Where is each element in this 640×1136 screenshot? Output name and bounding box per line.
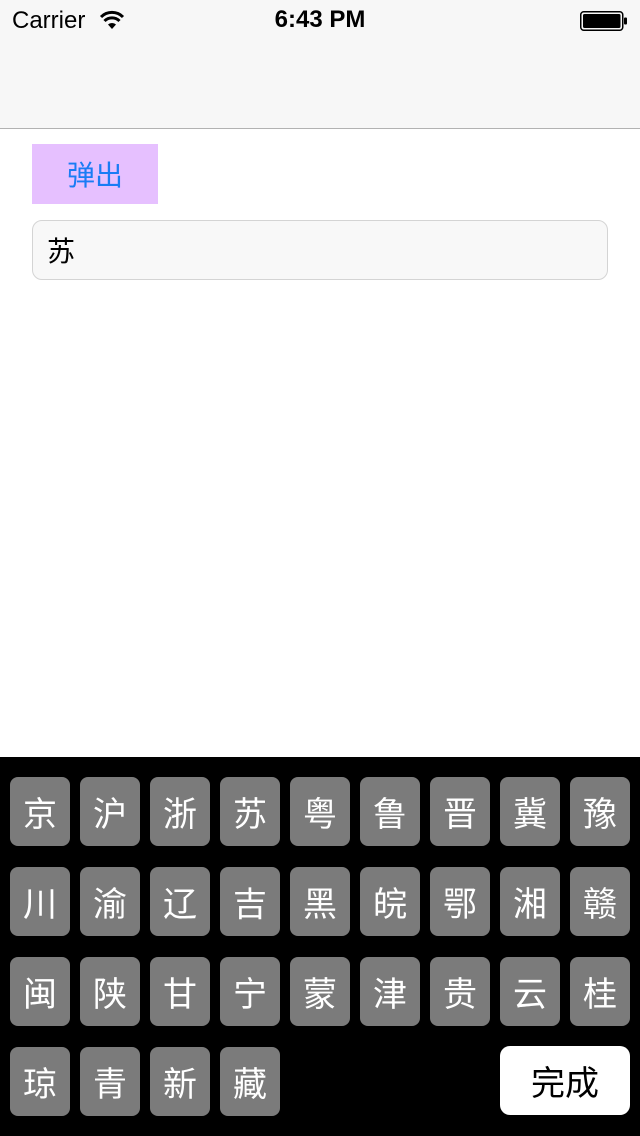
province-key[interactable]: 琼: [10, 1047, 70, 1116]
province-key[interactable]: 陕: [80, 957, 140, 1026]
province-key[interactable]: 冀: [500, 777, 560, 846]
province-key[interactable]: 粤: [290, 777, 350, 846]
province-key[interactable]: 沪: [80, 777, 140, 846]
province-key[interactable]: 渝: [80, 867, 140, 936]
province-key[interactable]: 湘: [500, 867, 560, 936]
province-key[interactable]: 宁: [220, 957, 280, 1026]
province-key[interactable]: 甘: [150, 957, 210, 1026]
province-key[interactable]: 闽: [10, 957, 70, 1026]
province-key[interactable]: 黑: [290, 867, 350, 936]
province-key[interactable]: 豫: [570, 777, 630, 846]
province-key[interactable]: 皖: [360, 867, 420, 936]
status-time: 6:43 PM: [274, 6, 366, 33]
province-key[interactable]: 川: [10, 867, 70, 936]
province-keyboard: 完成 京沪浙苏粤鲁晋冀豫川渝辽吉黑皖鄂湘赣闽陕甘宁蒙津贵云桂琼青新藏: [0, 757, 640, 1136]
province-key[interactable]: 苏: [220, 777, 280, 846]
province-text-field[interactable]: 苏: [32, 220, 608, 280]
done-button[interactable]: 完成: [500, 1046, 630, 1115]
screen: Carrier 6:43 PM 弹出 苏 完成 京沪浙苏粤鲁晋冀豫川渝辽吉黑皖鄂…: [0, 0, 640, 1136]
province-key[interactable]: 吉: [220, 867, 280, 936]
province-key[interactable]: 青: [80, 1047, 140, 1116]
province-key[interactable]: 京: [10, 777, 70, 846]
province-key[interactable]: 赣: [570, 867, 630, 936]
province-key[interactable]: 浙: [150, 777, 210, 846]
province-key[interactable]: 新: [150, 1047, 210, 1116]
province-key[interactable]: 鄂: [430, 867, 490, 936]
province-key[interactable]: 津: [360, 957, 420, 1026]
province-key[interactable]: 桂: [570, 957, 630, 1026]
province-key[interactable]: 蒙: [290, 957, 350, 1026]
province-key[interactable]: 鲁: [360, 777, 420, 846]
text-field-value: 苏: [47, 235, 76, 268]
province-key[interactable]: 辽: [150, 867, 210, 936]
province-key[interactable]: 云: [500, 957, 560, 1026]
province-key[interactable]: 贵: [430, 957, 490, 1026]
battery-full-icon: [580, 11, 627, 31]
navigation-bar: Carrier 6:43 PM: [0, 0, 640, 129]
province-key[interactable]: 晋: [430, 777, 490, 846]
pop-button[interactable]: 弹出: [32, 144, 158, 204]
province-key[interactable]: 藏: [220, 1047, 280, 1116]
